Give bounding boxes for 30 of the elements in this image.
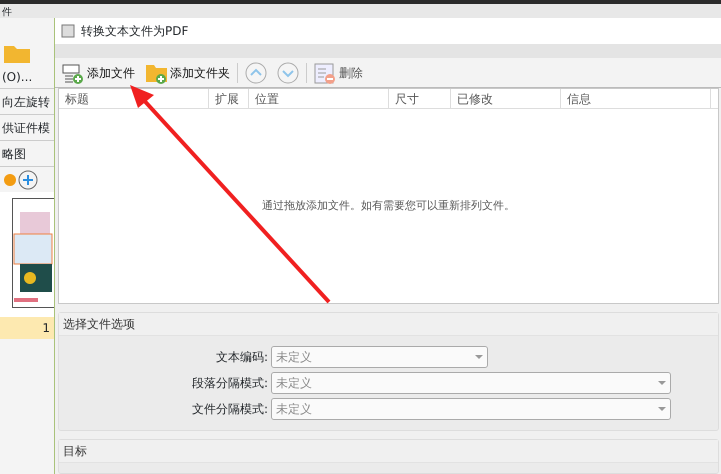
- page-thumbnail[interactable]: [12, 198, 54, 308]
- zoom-in-icon[interactable]: [18, 170, 38, 190]
- caret-icon: [475, 355, 483, 359]
- field-label: 文本编码:: [214, 349, 269, 366]
- down-icon: [277, 62, 299, 84]
- window-title: 转换文本文件为PDF: [81, 23, 188, 40]
- file-add-icon: [62, 62, 84, 84]
- column-header[interactable]: 已修改: [451, 89, 561, 108]
- page-number: 1: [0, 317, 54, 339]
- caret-icon: [658, 407, 666, 411]
- add-folder-button[interactable]: 添加文件夹: [142, 60, 233, 86]
- column-header[interactable]: 信息: [561, 89, 711, 108]
- template-label: 供证件模: [0, 114, 54, 140]
- column-header[interactable]: 扩展: [209, 89, 249, 108]
- column-header[interactable]: 位置: [249, 89, 389, 108]
- field-label: 文件分隔模式:: [190, 401, 269, 418]
- section-title: 目标: [59, 440, 718, 463]
- empty-message: 通过拖放添加文件。如有需要您可以重新排列文件。: [262, 198, 515, 214]
- column-header[interactable]: 尺寸: [389, 89, 451, 108]
- caret-icon: [658, 381, 666, 385]
- panel-title: 略图: [0, 140, 54, 166]
- open-label[interactable]: (O)...: [2, 68, 52, 86]
- section-title: 选择文件选项: [59, 313, 718, 336]
- rotate-button[interactable]: 向左旋转: [0, 88, 54, 114]
- add-file-button[interactable]: 添加文件: [59, 60, 138, 86]
- up-icon: [245, 62, 267, 84]
- menu-item[interactable]: 件: [2, 8, 12, 18]
- field-label: 段落分隔模式:: [190, 375, 269, 392]
- app-icon: [61, 24, 75, 38]
- delete-icon: [314, 62, 336, 84]
